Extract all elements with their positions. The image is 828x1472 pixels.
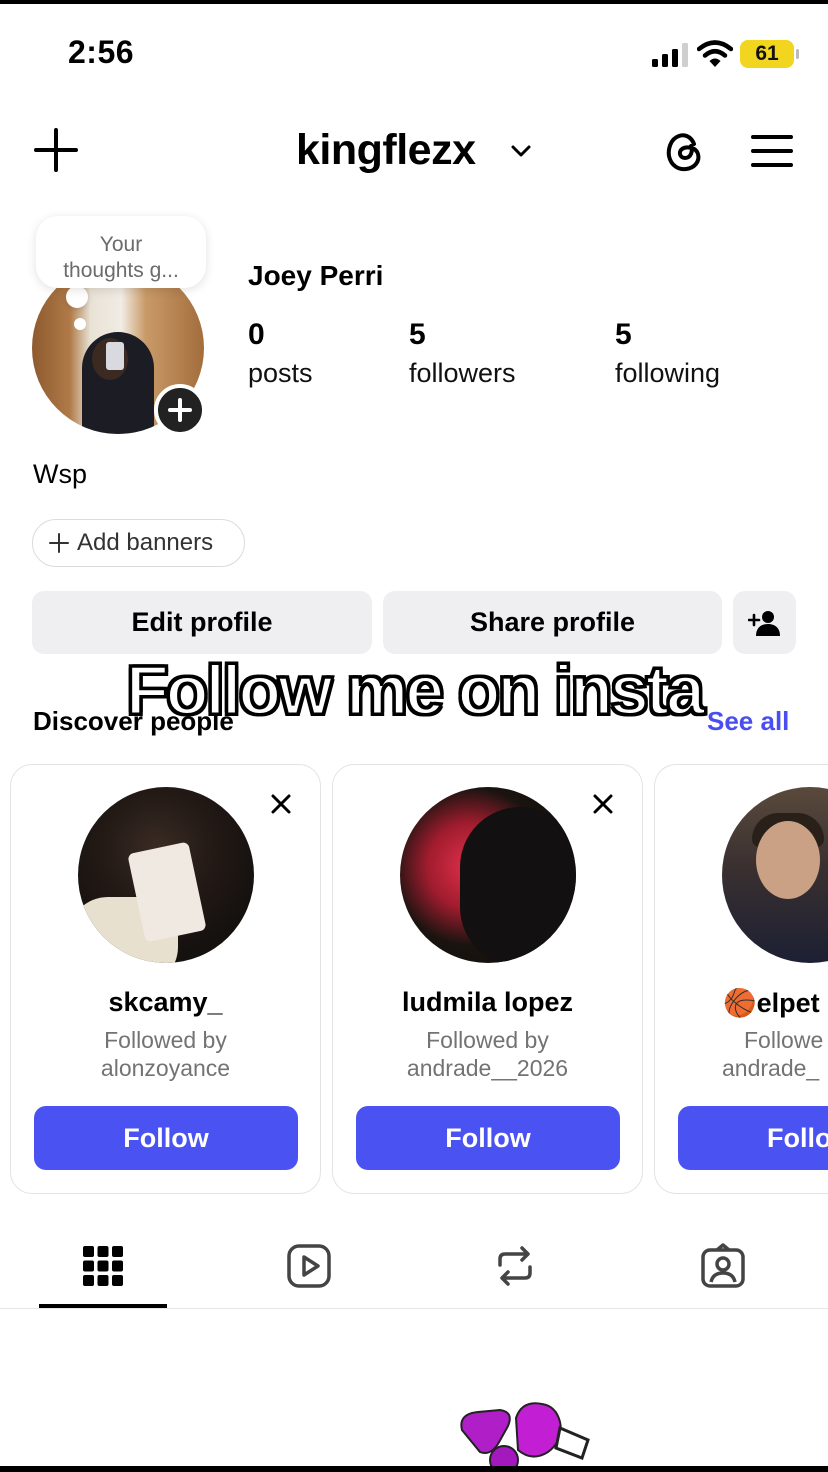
suggestion-card[interactable]: skcamy_ Followed by alonzoyance Follow [10, 764, 321, 1194]
posts-label[interactable]: posts [248, 358, 313, 389]
sticker-graphic [460, 1402, 590, 1472]
chevron-down-icon[interactable] [510, 140, 532, 162]
profile-bio: Wsp [33, 459, 87, 489]
suggestion-name[interactable]: ludmila lopez [333, 987, 642, 1018]
discover-people-button[interactable] [733, 591, 796, 654]
profile-username[interactable]: kingflezx [296, 126, 476, 175]
follow-label: Follow [123, 1122, 209, 1153]
suggestion-avatar[interactable] [722, 787, 828, 963]
avatar-hair [460, 807, 576, 963]
tagged-icon[interactable] [700, 1243, 746, 1289]
follow-button[interactable]: Follow [34, 1106, 298, 1170]
following-label[interactable]: following [615, 358, 720, 389]
add-story-icon[interactable] [154, 384, 206, 436]
bubble-tail-small [74, 318, 86, 330]
suggestion-avatar[interactable] [78, 787, 254, 963]
add-person-icon [747, 610, 780, 636]
suggestion-avatar[interactable] [400, 787, 576, 963]
add-banners-label: Add banners [77, 529, 214, 556]
reels-icon[interactable] [286, 1243, 332, 1289]
follow-button[interactable]: Follo [678, 1106, 828, 1170]
bottom-edge [0, 1466, 828, 1472]
follow-label: Follo [767, 1122, 828, 1153]
edit-profile-label: Edit profile [131, 607, 273, 637]
suggestion-followed-by: Followe [744, 1027, 824, 1053]
suggestion-followed-by: Followed by [104, 1027, 227, 1053]
suggestion-name[interactable]: skcamy_ [11, 987, 320, 1018]
wifi-icon [697, 40, 733, 67]
threads-icon[interactable] [662, 128, 706, 174]
suggestion-name[interactable]: 🏀elpet [723, 987, 828, 1019]
reposts-icon[interactable] [492, 1243, 538, 1289]
menu-icon[interactable] [751, 133, 793, 169]
top-edge [0, 0, 828, 4]
posts-count[interactable]: 0 [248, 318, 265, 352]
grid-icon[interactable] [80, 1243, 126, 1289]
tabs-divider [0, 1308, 828, 1309]
add-banners-button[interactable]: Add banners [32, 519, 245, 567]
close-icon[interactable] [270, 793, 292, 815]
suggestion-mutual: andrade_ [722, 1055, 820, 1081]
share-profile-label: Share profile [469, 607, 636, 637]
thought-bubble[interactable]: Your thoughts g... [36, 216, 206, 288]
suggestion-card-partial[interactable]: 🏀elpet Followe andrade_ Follo [654, 764, 828, 1194]
avatar-phone [106, 342, 124, 370]
bubble-tail [66, 286, 88, 308]
video-caption-overlay: Follow me on insta [124, 650, 706, 731]
plus-icon [49, 533, 69, 553]
follow-button[interactable]: Follow [356, 1106, 620, 1170]
suggestion-mutual: andrade__2026 [406, 1055, 569, 1081]
edit-profile-button[interactable]: Edit profile [32, 591, 372, 654]
close-icon[interactable] [592, 793, 614, 815]
share-profile-button[interactable]: Share profile [383, 591, 722, 654]
battery-indicator: 61 [740, 40, 799, 68]
suggestion-card[interactable]: ludmila lopez Followed by andrade__2026 … [332, 764, 643, 1194]
suggestion-mutual: alonzoyance [100, 1055, 231, 1081]
followers-count[interactable]: 5 [409, 318, 426, 352]
suggestion-followed-by: Followed by [426, 1027, 549, 1053]
profile-full-name: Joey Perri [248, 260, 384, 291]
avatar-face [756, 821, 820, 899]
follow-label: Follow [445, 1122, 531, 1153]
cellular-signal-icon [652, 43, 688, 67]
followers-label[interactable]: followers [409, 358, 516, 389]
following-count[interactable]: 5 [615, 318, 632, 352]
create-plus-icon[interactable] [34, 128, 78, 172]
status-time: 2:56 [68, 34, 135, 70]
thought-bubble-text: Your thoughts g... [63, 233, 179, 282]
